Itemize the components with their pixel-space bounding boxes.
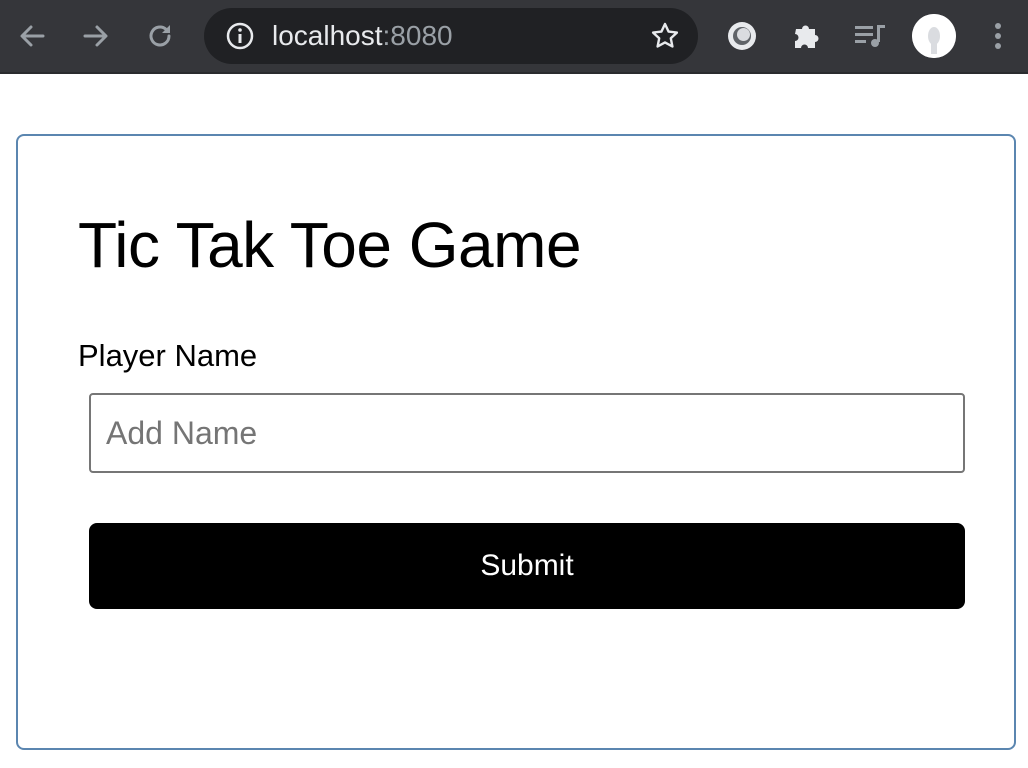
address-bar[interactable]: localhost:8080 [204,8,698,64]
game-form-card: Tic Tak Toe Game Player Name Submit [16,134,1016,750]
puzzle-icon [795,25,819,48]
kebab-menu-icon [995,23,1001,49]
reload-icon [149,25,171,47]
circle-extension-icon [728,22,756,50]
forward-button[interactable] [74,14,118,58]
arrow-left-icon [20,25,45,47]
extension-button[interactable] [720,14,764,58]
url-host: localhost [272,20,383,51]
profile-avatar[interactable] [912,14,956,58]
media-button[interactable] [848,14,892,58]
submit-button[interactable]: Submit [89,523,965,609]
browser-toolbar: localhost:8080 [0,0,1028,74]
url-port: :8080 [382,20,453,51]
extensions-button[interactable] [784,14,828,58]
info-icon[interactable] [226,22,254,50]
player-name-label: Player Name [78,338,258,373]
url-text[interactable]: localhost:8080 [272,8,453,64]
player-name-input[interactable] [89,393,965,473]
star-icon[interactable] [650,21,680,51]
page-title: Tic Tak Toe Game [78,209,582,281]
back-button[interactable] [10,14,54,58]
user-avatar-icon [912,14,956,58]
arrow-right-icon [83,25,108,47]
menu-button[interactable] [976,14,1020,58]
media-queue-icon [855,25,885,47]
reload-button[interactable] [138,14,182,58]
